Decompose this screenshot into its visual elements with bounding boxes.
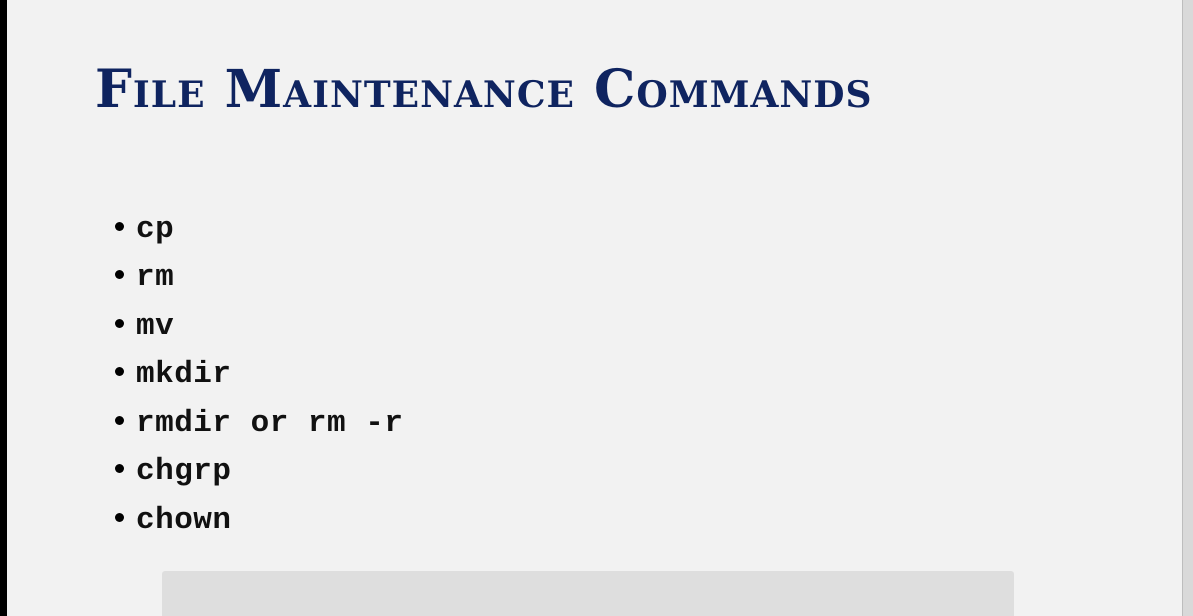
command-text: mv bbox=[136, 308, 175, 344]
bullet-icon bbox=[115, 464, 124, 474]
bullet-icon bbox=[115, 512, 124, 522]
command-text: rmdir or rm -r bbox=[136, 405, 404, 441]
bullet-icon bbox=[115, 318, 124, 328]
list-item: mv bbox=[115, 302, 403, 351]
slide-title: File Maintenance Commands bbox=[95, 59, 873, 120]
bullet-icon bbox=[115, 415, 124, 425]
slide: File Maintenance Commands cp rm mv mkdir… bbox=[7, 0, 1182, 616]
command-text: chgrp bbox=[136, 454, 232, 490]
list-item: chgrp bbox=[115, 448, 403, 497]
list-item: chown bbox=[115, 496, 403, 545]
command-text: cp bbox=[136, 211, 175, 247]
bullet-list: cp rm mv mkdir rmdir or rm -r chgrp chow… bbox=[115, 205, 403, 545]
list-item: cp bbox=[115, 205, 403, 254]
list-item: rm bbox=[115, 254, 403, 303]
bullet-icon bbox=[115, 270, 124, 280]
list-item: rmdir or rm -r bbox=[115, 399, 403, 448]
bullet-icon bbox=[115, 221, 124, 231]
command-text: rm bbox=[136, 260, 175, 296]
bottom-panel bbox=[162, 571, 1014, 616]
command-text: chown bbox=[136, 502, 232, 538]
list-item: mkdir bbox=[115, 351, 403, 400]
bullet-icon bbox=[115, 367, 124, 377]
window-edge bbox=[1182, 0, 1193, 616]
command-text: mkdir bbox=[136, 357, 232, 393]
